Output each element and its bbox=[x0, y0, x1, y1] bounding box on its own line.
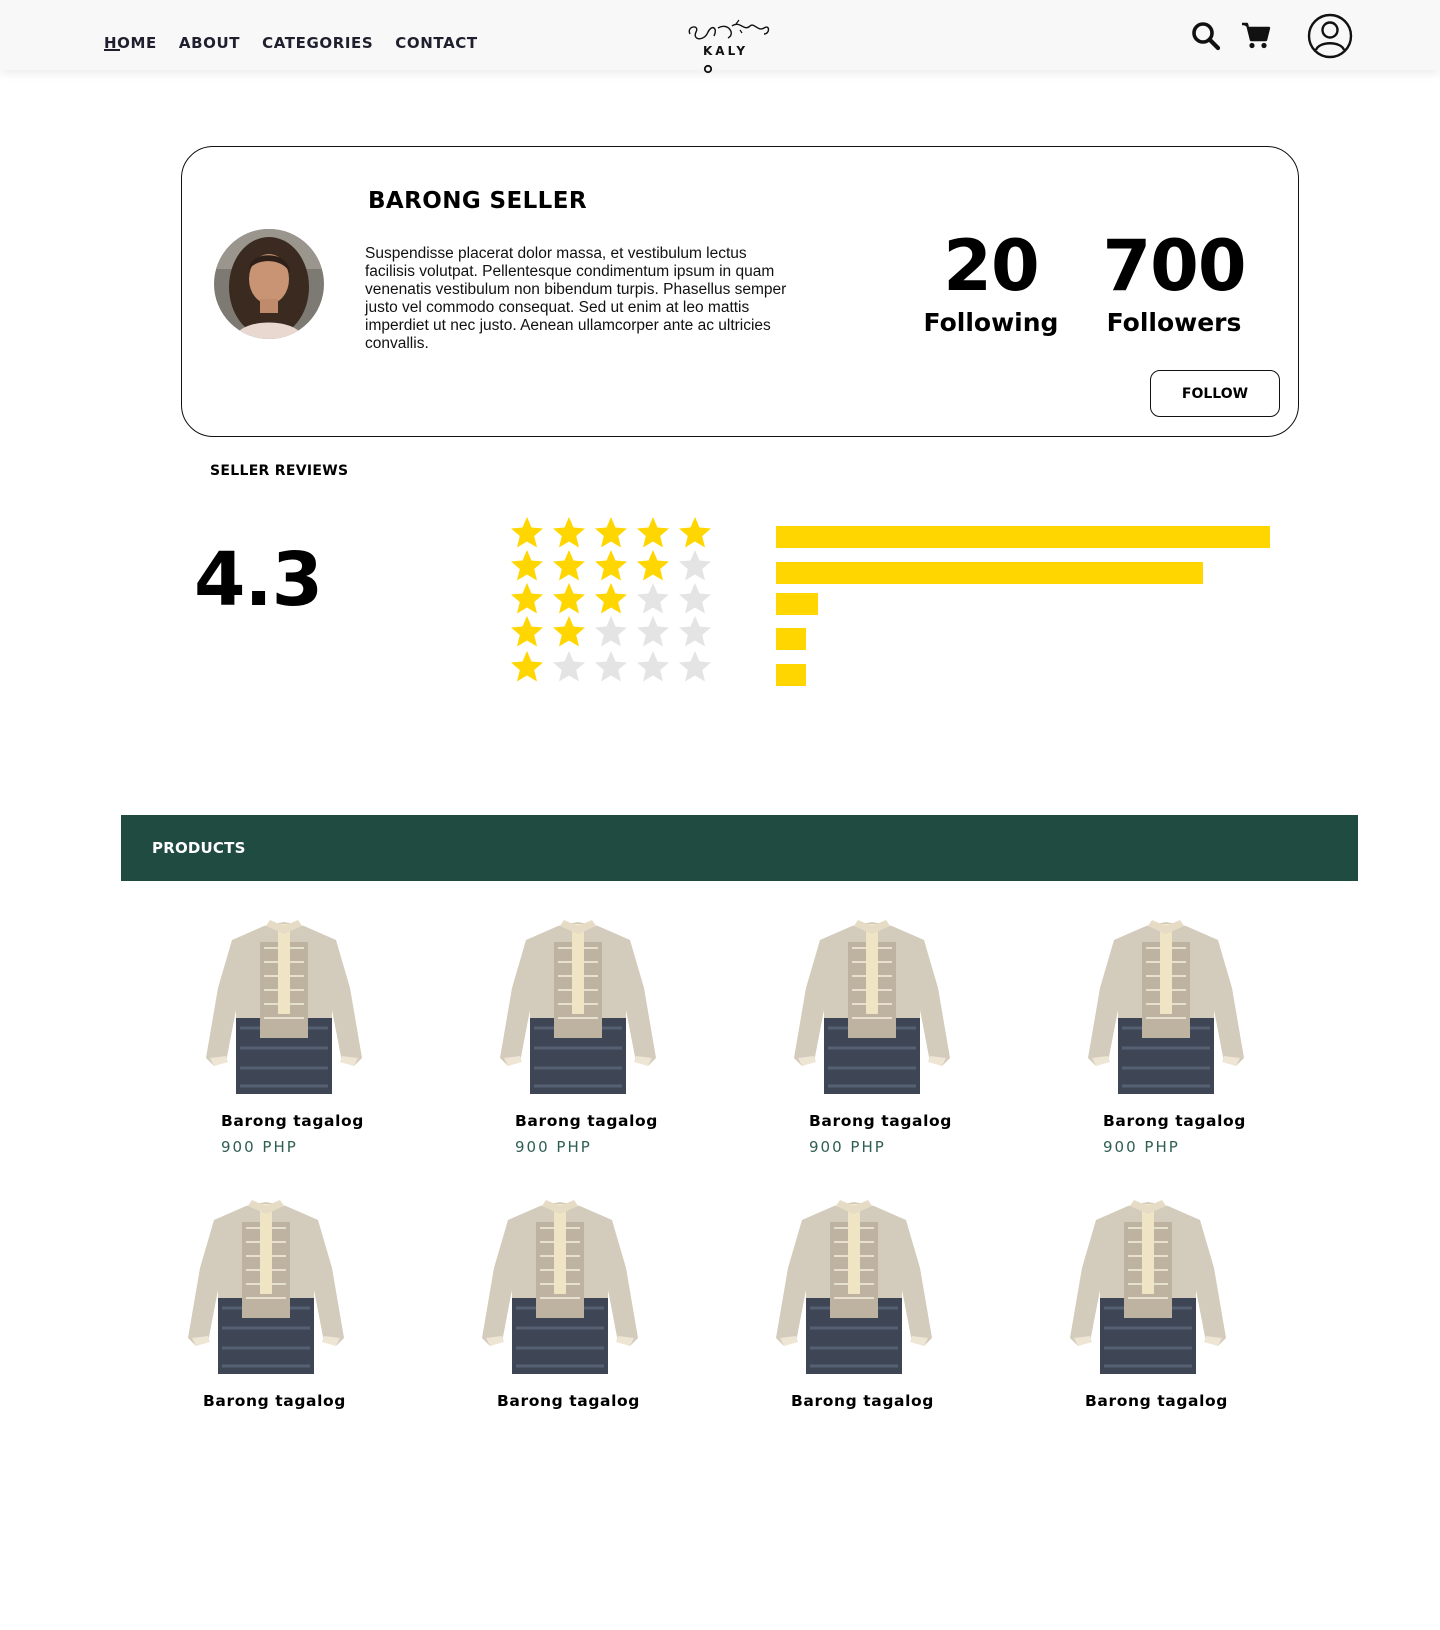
star-icon bbox=[679, 550, 711, 581]
star-icon bbox=[511, 616, 543, 647]
seller-name: BARONG SELLER bbox=[368, 188, 587, 214]
star-icon bbox=[595, 583, 627, 614]
product-price: 900 PHP bbox=[1103, 1138, 1180, 1156]
products-title: PRODUCTS bbox=[152, 839, 246, 857]
followers-count: 700 bbox=[1102, 225, 1246, 307]
star-icon bbox=[595, 651, 627, 682]
seller-avatar bbox=[214, 229, 324, 339]
product-image[interactable] bbox=[186, 1198, 406, 1378]
star-icon bbox=[511, 550, 543, 581]
star-icon bbox=[637, 583, 669, 614]
star-icon bbox=[637, 550, 669, 581]
nav-about[interactable]: ABOUT bbox=[179, 34, 240, 52]
product-image[interactable] bbox=[204, 918, 424, 1098]
average-rating: 4.3 bbox=[194, 537, 323, 623]
product-name[interactable]: Barong tagalog bbox=[515, 1112, 718, 1130]
star-icon bbox=[511, 583, 543, 614]
product-price: 900 PHP bbox=[515, 1138, 592, 1156]
star-icon bbox=[679, 517, 711, 548]
following-count: 20 bbox=[943, 225, 1039, 307]
star-icon bbox=[679, 583, 711, 614]
follow-button[interactable]: FOLLOW bbox=[1150, 370, 1280, 417]
star-row-1 bbox=[506, 650, 716, 684]
product-image[interactable] bbox=[498, 918, 718, 1098]
product-name[interactable]: Barong tagalog bbox=[791, 1392, 994, 1410]
product-card[interactable]: Barong tagalog bbox=[1068, 1198, 1288, 1410]
product-price: 900 PHP bbox=[221, 1138, 298, 1156]
product-image[interactable] bbox=[792, 918, 1012, 1098]
rating-bar-3 bbox=[776, 593, 818, 615]
star-icon bbox=[679, 616, 711, 647]
following-label: Following bbox=[923, 308, 1059, 337]
search-icon[interactable] bbox=[1191, 21, 1221, 51]
star-row-5 bbox=[506, 516, 716, 550]
product-name[interactable]: Barong tagalog bbox=[497, 1392, 700, 1410]
product-name[interactable]: Barong tagalog bbox=[203, 1392, 406, 1410]
seller-bio: Suspendisse placerat dolor massa, et ves… bbox=[365, 245, 787, 352]
star-icon bbox=[553, 651, 585, 682]
product-card[interactable]: Barong tagalog bbox=[186, 1198, 406, 1410]
rating-bar-4 bbox=[776, 562, 1203, 584]
brand-logo-text: KALY bbox=[703, 44, 749, 58]
star-icon bbox=[553, 550, 585, 581]
products-section-header: PRODUCTS bbox=[121, 815, 1358, 881]
star-icon bbox=[637, 651, 669, 682]
product-name[interactable]: Barong tagalog bbox=[221, 1112, 424, 1130]
star-icon bbox=[595, 517, 627, 548]
nav-home[interactable]: HOME bbox=[104, 34, 157, 52]
star-icon bbox=[595, 550, 627, 581]
product-card[interactable]: Barong tagalog 900 PHP bbox=[792, 918, 1012, 1156]
cart-icon[interactable] bbox=[1241, 20, 1271, 50]
product-card[interactable]: Barong tagalog bbox=[480, 1198, 700, 1410]
product-card[interactable]: Barong tagalog 900 PHP bbox=[1086, 918, 1306, 1156]
star-row-4 bbox=[506, 549, 716, 583]
rating-bar-2 bbox=[776, 628, 806, 650]
nav-categories[interactable]: CATEGORIES bbox=[262, 34, 373, 52]
followers-label: Followers bbox=[1106, 308, 1242, 337]
star-icon bbox=[511, 517, 543, 548]
star-icon bbox=[553, 517, 585, 548]
nav-contact[interactable]: CONTACT bbox=[395, 34, 477, 52]
product-image[interactable] bbox=[1068, 1198, 1288, 1378]
star-icon bbox=[637, 616, 669, 647]
product-image[interactable] bbox=[480, 1198, 700, 1378]
star-icon bbox=[553, 583, 585, 614]
product-image[interactable] bbox=[1086, 918, 1306, 1098]
product-name[interactable]: Barong tagalog bbox=[1085, 1392, 1288, 1410]
seller-reviews-heading: SELLER REVIEWS bbox=[210, 463, 349, 479]
followers-stat[interactable]: 700 Followers bbox=[1094, 228, 1254, 337]
rating-bar-5 bbox=[776, 526, 1270, 548]
product-image[interactable] bbox=[774, 1198, 994, 1378]
top-navbar: HOME ABOUT CATEGORIES CONTACT KALY bbox=[0, 0, 1440, 74]
product-name[interactable]: Barong tagalog bbox=[1103, 1112, 1306, 1130]
star-icon bbox=[679, 651, 711, 682]
star-row-3 bbox=[506, 582, 716, 616]
product-price: 900 PHP bbox=[809, 1138, 886, 1156]
product-card[interactable]: Barong tagalog 900 PHP bbox=[204, 918, 424, 1156]
product-name[interactable]: Barong tagalog bbox=[809, 1112, 1012, 1130]
user-icon[interactable] bbox=[1307, 13, 1353, 59]
main-nav: HOME ABOUT CATEGORIES CONTACT bbox=[104, 34, 500, 52]
star-icon bbox=[595, 616, 627, 647]
product-card[interactable]: Barong tagalog bbox=[774, 1198, 994, 1410]
star-icon bbox=[637, 517, 669, 548]
rating-bar-1 bbox=[776, 664, 806, 686]
star-icon bbox=[553, 616, 585, 647]
following-stat[interactable]: 20 Following bbox=[918, 228, 1064, 337]
star-row-2 bbox=[506, 615, 716, 649]
product-card[interactable]: Barong tagalog 900 PHP bbox=[498, 918, 718, 1156]
star-icon bbox=[511, 651, 543, 682]
